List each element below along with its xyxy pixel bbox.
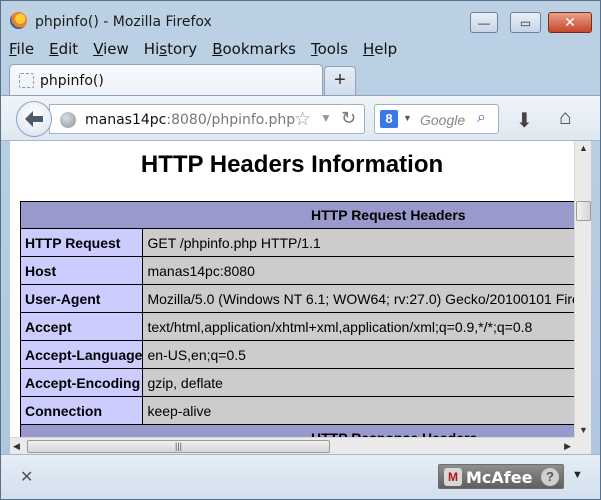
table-header-row: HTTP Request Headers xyxy=(20,201,574,229)
browser-window: phpinfo() - Mozilla Firefox — ▭ ✕ File E… xyxy=(0,0,601,500)
header-value: keep-alive xyxy=(142,396,574,425)
back-arrow-icon xyxy=(25,111,43,127)
header-key: Accept-Language xyxy=(19,340,144,369)
header-value: en-US,en;q=0.5 xyxy=(142,340,574,369)
history-dropdown-icon[interactable]: ▼ xyxy=(320,111,332,125)
minimize-icon: — xyxy=(478,15,490,30)
page-title: HTTP Headers Information xyxy=(140,151,444,178)
table-row: Accept text/html,application/xhtml+xml,a… xyxy=(19,312,574,341)
star-icon[interactable]: ☆ xyxy=(294,108,311,131)
header-key: Connection xyxy=(19,396,144,425)
globe-icon[interactable] xyxy=(60,112,76,128)
table-row: HTTP Request GET /phpinfo.php HTTP/1.1 xyxy=(19,228,574,257)
menu-tools[interactable]: Tools xyxy=(311,40,348,60)
header-value: Mozilla/5.0 (Windows NT 6.1; WOW64; rv:2… xyxy=(142,284,574,313)
horizontal-scrollbar[interactable]: ◀ ||| ▶ xyxy=(10,437,574,454)
menu-edit[interactable]: Edit xyxy=(49,40,78,60)
close-button[interactable]: ✕ xyxy=(548,12,592,33)
menu-file[interactable]: File xyxy=(9,40,34,60)
headers-table: HTTP Request Headers HTTP Request GET /p… xyxy=(19,201,574,437)
tab-label: phpinfo() xyxy=(40,73,104,89)
request-headers-heading: HTTP Request Headers xyxy=(20,201,574,229)
help-icon[interactable]: ? xyxy=(541,468,559,486)
scroll-up-icon[interactable]: ▲ xyxy=(575,143,592,153)
url-bar[interactable]: manas14pc:8080/phpinfo.php ☆ ▼ ↻ xyxy=(49,104,365,134)
window-title: phpinfo() - Mozilla Firefox xyxy=(35,14,212,30)
scroll-left-icon[interactable]: ◀ xyxy=(13,441,20,452)
maximize-button[interactable]: ▭ xyxy=(510,12,541,33)
menu-help[interactable]: Help xyxy=(363,40,397,60)
table-header-row: HTTP Response Headers xyxy=(20,424,574,437)
search-engine-dropdown-icon[interactable]: ▼ xyxy=(403,113,412,123)
scroll-right-icon[interactable]: ▶ xyxy=(564,441,571,452)
table-row: Accept-Language en-US,en;q=0.5 xyxy=(19,340,574,369)
header-key: HTTP Request xyxy=(19,228,144,257)
scrollbar-corner xyxy=(574,437,591,454)
header-value: manas14pc:8080 xyxy=(142,256,574,285)
header-key: User-Agent xyxy=(19,284,144,313)
table-row: Connection keep-alive xyxy=(19,396,574,425)
header-key: Accept-Encoding xyxy=(19,368,144,397)
vertical-scroll-thumb[interactable] xyxy=(576,201,591,221)
mcafee-label: McAfee xyxy=(466,468,533,487)
close-icon: ✕ xyxy=(564,14,576,30)
back-button[interactable] xyxy=(16,101,52,137)
vertical-scrollbar[interactable]: ▲ ▼ xyxy=(574,141,591,437)
menu-history[interactable]: History xyxy=(144,40,197,60)
mcafee-shield-icon: M xyxy=(444,468,462,486)
response-headers-heading: HTTP Response Headers xyxy=(20,424,574,437)
url-text[interactable]: manas14pc:8080/phpinfo.php xyxy=(85,112,295,128)
addon-bar: ✕ M McAfee ? ▼ xyxy=(1,454,600,499)
page-favicon-icon xyxy=(19,73,34,88)
navigation-toolbar: manas14pc:8080/phpinfo.php ☆ ▼ ↻ 8 ▼ Goo… xyxy=(1,95,600,141)
mcafee-button[interactable]: M McAfee ? xyxy=(438,464,564,489)
header-value: text/html,application/xhtml+xml,applicat… xyxy=(142,312,574,341)
horizontal-scroll-thumb[interactable]: ||| xyxy=(27,440,330,453)
table-row: Accept-Encoding gzip, deflate xyxy=(19,368,574,397)
maximize-icon: ▭ xyxy=(519,15,532,30)
title-bar[interactable]: phpinfo() - Mozilla Firefox — ▭ ✕ xyxy=(1,1,600,37)
header-value: gzip, deflate xyxy=(142,368,574,397)
table-row: User-Agent Mozilla/5.0 (Windows NT 6.1; … xyxy=(19,284,574,313)
close-addon-bar-icon[interactable]: ✕ xyxy=(20,467,33,487)
magnifier-icon[interactable]: ⌕ xyxy=(477,109,486,127)
chevron-down-icon[interactable]: ▼ xyxy=(572,469,583,481)
scroll-down-icon[interactable]: ▼ xyxy=(575,425,592,435)
menu-view[interactable]: View xyxy=(93,40,129,60)
table-row: Host manas14pc:8080 xyxy=(19,256,574,285)
search-engine-icon[interactable]: 8 xyxy=(380,110,398,128)
minimize-button[interactable]: — xyxy=(470,12,498,33)
search-bar[interactable]: 8 ▼ Google ⌕ xyxy=(374,104,499,134)
menu-bar: File Edit View History Bookmarks Tools H… xyxy=(9,40,412,60)
reload-icon[interactable]: ↻ xyxy=(341,108,356,129)
menu-bookmarks[interactable]: Bookmarks xyxy=(212,40,296,60)
header-value: GET /phpinfo.php HTTP/1.1 xyxy=(142,228,574,257)
home-icon[interactable]: ⌂ xyxy=(559,106,572,130)
page-content: HTTP Headers Information HTTP Request He… xyxy=(10,141,574,437)
firefox-icon xyxy=(10,12,27,29)
header-key: Accept xyxy=(19,312,144,341)
search-input[interactable]: Google xyxy=(420,112,465,128)
header-key: Host xyxy=(19,256,144,285)
tab-phpinfo[interactable]: phpinfo() xyxy=(9,64,323,96)
plus-icon: + xyxy=(334,69,346,91)
download-arrow-icon[interactable]: ⬇ xyxy=(516,108,533,133)
new-tab-button[interactable]: + xyxy=(324,66,356,95)
